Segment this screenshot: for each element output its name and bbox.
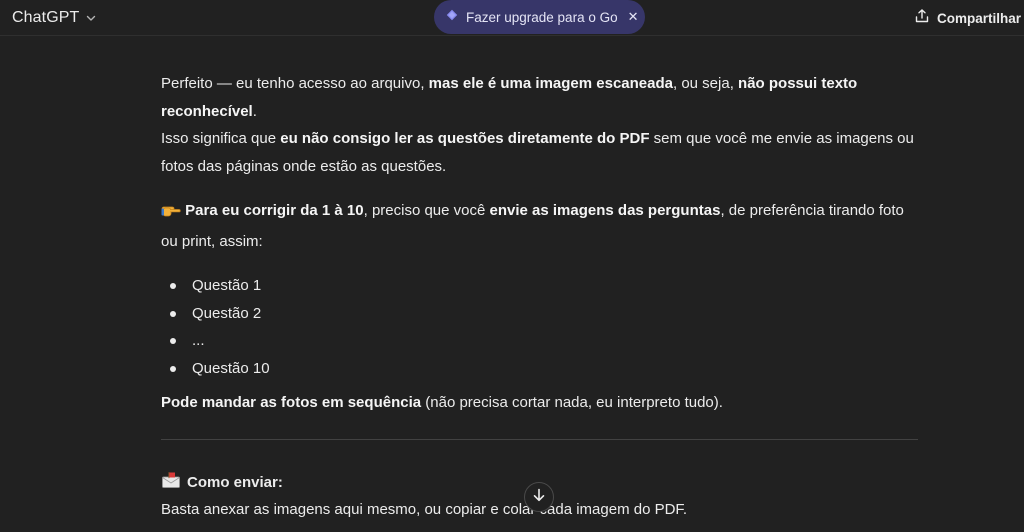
bold-run: Pode mandar as fotos em sequência — [161, 394, 422, 411]
envelope-icon — [161, 471, 181, 493]
diamond-icon — [446, 8, 458, 26]
close-icon[interactable]: ✕ — [628, 9, 639, 25]
upgrade-label: Fazer upgrade para o Go — [466, 9, 618, 25]
model-switcher[interactable]: ChatGPT — [12, 7, 97, 29]
text-run: (não precisa cortar nada, eu interpreto … — [421, 394, 723, 411]
upgrade-button[interactable]: Fazer upgrade para o Go ✕ — [434, 0, 645, 34]
pointing-hand-icon — [161, 200, 181, 228]
text-run: Perfeito — eu tenho acesso ao arquivo, — [161, 75, 429, 92]
bold-run: envie as imagens das perguntas — [489, 202, 721, 219]
assistant-message: Perfeito — eu tenho acesso ao arquivo, m… — [161, 70, 921, 417]
list-item: ... — [170, 327, 921, 355]
text-run: , ou seja, — [672, 75, 739, 92]
bold-run: eu não consigo ler as questões diretamen… — [280, 130, 650, 147]
share-label: Compartilhar — [936, 10, 1021, 26]
chevron-down-icon — [85, 12, 97, 24]
share-icon — [914, 8, 930, 29]
bold-run: mas ele é uma imagem escaneada — [428, 75, 673, 92]
message-paragraph: Para eu corrigir da 1 à 10, preciso que … — [161, 197, 921, 255]
message-paragraph: Pode mandar as fotos em sequência (não p… — [161, 389, 921, 417]
text-run: Isso significa que — [161, 130, 281, 147]
how-to-send-text: Basta anexar as imagens aqui mesmo, ou c… — [161, 501, 688, 518]
arrow-down-icon — [531, 487, 547, 508]
share-button[interactable]: Compartilhar — [914, 8, 1021, 28]
how-to-send-title: Como enviar: — [187, 473, 283, 491]
how-to-send-heading: Como enviar: — [161, 468, 283, 496]
top-bar: ChatGPT Fazer upgrade para o Go ✕ Compar… — [0, 0, 1024, 36]
list-item: Questão 2 — [170, 300, 921, 328]
text-run: , preciso que você — [363, 202, 490, 219]
list-item: Questão 1 — [170, 272, 921, 300]
text-run: . — [252, 102, 257, 120]
list-item: Questão 10 — [170, 355, 921, 383]
model-name: ChatGPT — [12, 9, 80, 26]
bold-run: Para eu corrigir da 1 à 10 — [185, 202, 364, 219]
question-list: Questão 1 Questão 2 ... Questão 10 — [161, 272, 921, 382]
scroll-to-bottom-button[interactable] — [524, 482, 554, 512]
divider — [161, 439, 918, 440]
message-paragraph: Perfeito — eu tenho acesso ao arquivo, m… — [161, 70, 921, 180]
